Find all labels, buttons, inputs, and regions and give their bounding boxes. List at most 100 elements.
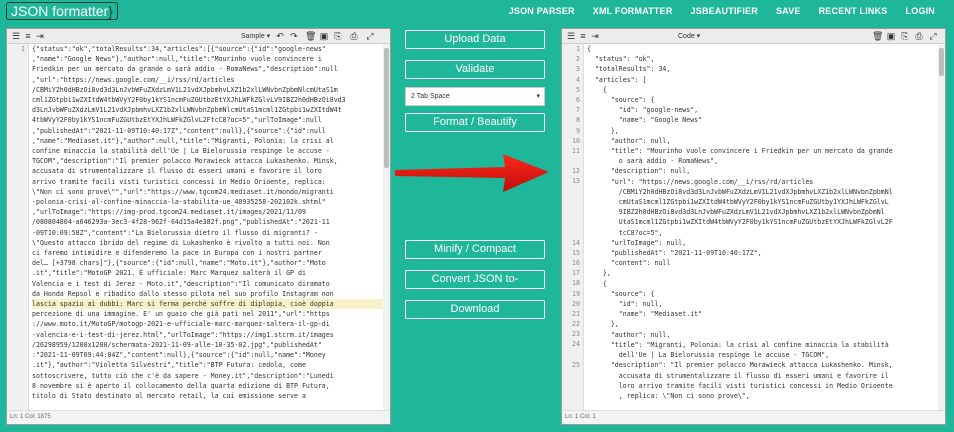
download-button[interactable]: Download (405, 300, 545, 319)
output-scrollbar[interactable] (938, 44, 945, 410)
output-editor-toolbar: ☰ ≡ ⇥ Code ▾ 🗑 ▣ ⎘ ⎙ ⤢ (562, 29, 945, 44)
brand-logo[interactable]: JSON formatter} (6, 2, 118, 20)
code-line: /26298959/1200x1200/schermata-2021-11-09… (32, 340, 322, 349)
code-line: }, (587, 269, 611, 278)
input-code-area[interactable]: 1 {"status":"ok","totalResults":34,"arti… (7, 44, 390, 410)
line-number: 12 (572, 167, 580, 176)
code-line: "url": "https://news.google.com/__i/rss/… (587, 177, 814, 186)
code-line: "status": "ok", (587, 55, 655, 64)
line-number: 21 (572, 309, 580, 318)
nav-link-json-parser[interactable]: JSON PARSER (500, 0, 584, 22)
code-line: ,"name":"Mediaset.it"},"author":null,"ti… (32, 136, 334, 145)
line-gutter: 1 (7, 44, 29, 410)
code-line: -valencia-e-i-test-di-jerez.html","urlTo… (32, 330, 334, 339)
output-json-text[interactable]: { "status": "ok", "totalResults": 34, "a… (587, 44, 939, 410)
line-number: 17 (572, 269, 580, 278)
code-line: "source": { (587, 289, 655, 298)
format-beautify-button[interactable]: Format / Beautify (405, 113, 545, 132)
code-line: percezione di una immagine. E' un guaio … (32, 310, 330, 319)
line-number (562, 197, 583, 207)
code-line: .it"},"author":"Violetta Silvestri","tit… (32, 361, 306, 370)
line-number: 11 (572, 146, 580, 155)
line-number (562, 207, 583, 217)
code-line: cml1ZGtpbi1wZXItdW4tbWVyY2F0by1kYS1ncmFu… (32, 96, 346, 105)
line-number: 8 (576, 116, 580, 125)
input-json-text[interactable]: {"status":"ok","totalResults":34,"articl… (32, 44, 384, 410)
copy-icon[interactable]: ⎘ (333, 31, 343, 41)
line-number: 25 (572, 360, 580, 369)
line-number: 9 (576, 126, 580, 135)
nav-link-jsbeautifier[interactable]: JSBEAUTIFIER (682, 0, 767, 22)
code-line: confine minaccia la stabilità dell'Ue | … (32, 147, 330, 156)
code-line: da Honda Repsol e ribadito dallo stesso … (32, 289, 334, 298)
copy-icon[interactable]: ⎘ (900, 31, 910, 41)
nav-link-login[interactable]: LOGIN (897, 0, 945, 22)
indent-icon[interactable]: ≡ (578, 31, 588, 41)
code-line: "description": null, (587, 167, 691, 176)
fullscreen-icon[interactable]: ⤢ (928, 31, 938, 41)
format-icon[interactable]: ⇥ (35, 31, 45, 41)
code-line: "articles": [ (587, 75, 647, 84)
code-line: ci faremo intimidire e difenderemo la pa… (32, 249, 322, 258)
save-icon[interactable]: ▣ (319, 31, 329, 41)
scroll-thumb[interactable] (939, 48, 944, 76)
delete-icon[interactable]: 🗑 (872, 31, 883, 41)
tab-space-select[interactable]: 2 Tab Space ▾ (405, 87, 545, 106)
menu-icon[interactable]: ☰ (11, 31, 21, 41)
line-number (562, 217, 583, 227)
line-number (562, 187, 583, 197)
code-line: }, (587, 126, 619, 135)
code-line: o sarà addio - RomaNews", (587, 157, 719, 166)
line-number (562, 227, 583, 237)
line-number (562, 156, 583, 166)
code-line: "name": "Mediaset.it" (587, 310, 703, 319)
format-icon[interactable]: ⇥ (590, 31, 600, 41)
nav-link-xml-formatter[interactable]: XML FORMATTER (584, 0, 682, 22)
line-number: 16 (572, 258, 580, 267)
input-editor[interactable]: ☰ ≡ ⇥ Sample ▾ ↶ ↷ 🗑 ▣ ⎘ ⎙ ⤢ 1 {"status"… (6, 28, 391, 425)
convert-json-button[interactable]: Convert JSON to- (405, 270, 545, 289)
code-line: ,"urlToImage":"https://img-prod.tgcom24.… (32, 208, 306, 217)
code-line: tcC8?oc=5", (587, 228, 663, 237)
menu-icon[interactable]: ☰ (566, 31, 576, 41)
line-number (562, 380, 583, 390)
input-scrollbar[interactable] (383, 44, 390, 410)
code-line: cmUtaS1mcml1ZGtpbi1wZXItdW4tbWVyY2F0by1k… (587, 198, 889, 207)
code-line: \"Non ci sono prove\"","url":"https://ww… (32, 187, 334, 196)
minify-compact-button[interactable]: Minify / Compact (405, 240, 545, 259)
line-number: 10 (572, 136, 580, 145)
undo-icon[interactable]: ↶ (275, 31, 285, 41)
fullscreen-icon[interactable]: ⤢ (365, 31, 375, 41)
code-line: /CBMiY2h0dHBzOi8vd3d3LnJvbWFuZXdzLmV1L21… (32, 85, 338, 94)
scroll-thumb[interactable] (384, 48, 389, 168)
redo-icon[interactable]: ↷ (289, 31, 299, 41)
code-line: loro arrivo tramite facili visti turisti… (587, 381, 893, 390)
delete-icon[interactable]: 🗑 (305, 31, 316, 41)
code-line: "author": null, (587, 136, 671, 145)
nav-link-save[interactable]: SAVE (767, 0, 810, 22)
line-number: 1 (21, 45, 25, 53)
upload-data-button[interactable]: Upload Data (405, 30, 545, 49)
code-line: TGCOM","description":"Il premier polacco… (32, 157, 338, 166)
input-editor-toolbar: ☰ ≡ ⇥ Sample ▾ ↶ ↷ 🗑 ▣ ⎘ ⎙ ⤢ (7, 29, 390, 44)
output-status-bar: Ln: 1 Col: 1 (562, 410, 945, 424)
code-line: "title": "Mourinho vuole convincere i Fr… (587, 147, 893, 156)
print-icon[interactable]: ⎙ (914, 31, 924, 41)
sample-dropdown[interactable]: Sample ▾ (241, 32, 270, 40)
line-number: 22 (572, 320, 580, 329)
validate-button[interactable]: Validate (405, 60, 545, 79)
code-line: "urlToImage": null, (587, 238, 687, 247)
code-line: "author": null, (587, 330, 671, 339)
print-icon[interactable]: ⎙ (349, 31, 359, 41)
view-mode-dropdown[interactable]: Code ▾ (678, 32, 700, 40)
code-line: lascia spazio ai dubbi: Marc si ferma pe… (32, 299, 384, 310)
output-code-area[interactable]: 1 2 3 4 5 6 7 8 9 10 11 12 13 14 15 16 17 18 19 20 21 22 23 24 2… (562, 44, 945, 410)
code-line: {"status":"ok","totalResults":34,"articl… (32, 45, 326, 53)
save-icon[interactable]: ▣ (886, 31, 896, 41)
nav-link-recent-links[interactable]: RECENT LINKS (810, 0, 897, 22)
code-line: "name": "Google News" (587, 116, 703, 125)
code-line: Friedkin per un mercato da grande o sarà… (32, 65, 338, 74)
output-editor[interactable]: ☰ ≡ ⇥ Code ▾ 🗑 ▣ ⎘ ⎙ ⤢ 1 2 3 4 5 6 7 8 9 10 11 12 13… (561, 28, 946, 425)
indent-icon[interactable]: ≡ (23, 31, 33, 41)
code-line: }, (587, 320, 619, 329)
